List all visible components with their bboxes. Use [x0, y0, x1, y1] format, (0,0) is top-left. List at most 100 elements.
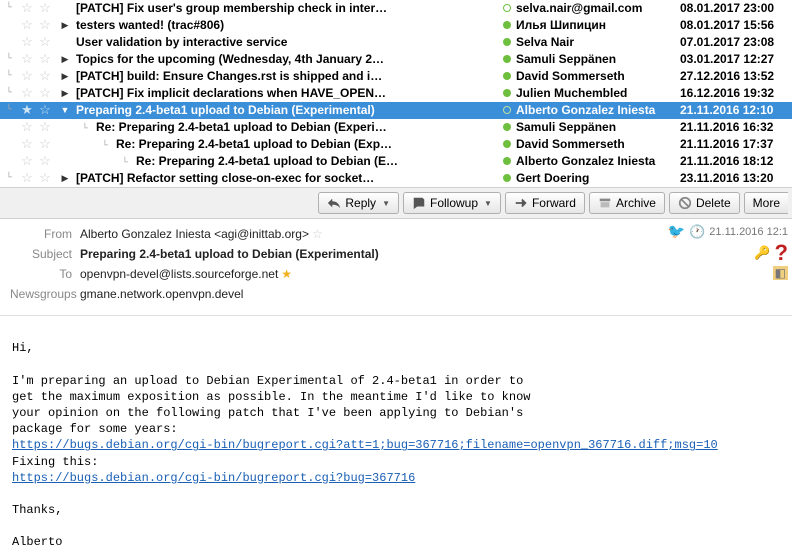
- star-icon[interactable]: ☆: [18, 119, 36, 135]
- to-label: To: [10, 267, 80, 281]
- flag-icon[interactable]: ☆: [36, 51, 54, 67]
- star-icon[interactable]: ☆: [18, 17, 36, 33]
- from-label: From: [10, 227, 80, 241]
- thread-subject: testers wanted! (trac#806): [76, 18, 498, 32]
- newsgroups-value: gmane.network.openvpn.devel: [80, 287, 243, 301]
- link-bugreport[interactable]: https://bugs.debian.org/cgi-bin/bugrepor…: [12, 471, 415, 485]
- thread-subject: Re: Preparing 2.4-beta1 upload to Debian…: [116, 137, 498, 151]
- delete-label: Delete: [696, 196, 731, 210]
- status-dot: [498, 157, 516, 165]
- expand-icon[interactable]: ▶: [54, 71, 76, 82]
- message-body: Hi, I'm preparing an upload to Debian Ex…: [0, 315, 792, 559]
- forward-button[interactable]: Forward: [505, 192, 585, 214]
- thread-subject: [PATCH] Fix implicit declarations when H…: [76, 86, 498, 100]
- header-date: 21.11.2016 12:1: [709, 226, 788, 238]
- flag-icon[interactable]: ☆: [36, 102, 54, 118]
- to-value: openvpn-devel@lists.sourceforge.net★: [80, 267, 292, 281]
- star-icon[interactable]: ☆: [18, 34, 36, 50]
- thunderbird-icon: 🐦: [668, 223, 685, 240]
- thread-row[interactable]: └★☆▼Preparing 2.4-beta1 upload to Debian…: [0, 102, 792, 119]
- subject-value: Preparing 2.4-beta1 upload to Debian (Ex…: [80, 247, 379, 261]
- thread-subject: Preparing 2.4-beta1 upload to Debian (Ex…: [76, 103, 498, 117]
- thread-from: Samuli Seppänen: [516, 52, 680, 66]
- clock-icon: 🕐: [689, 224, 705, 240]
- thread-subject: Re: Preparing 2.4-beta1 upload to Debian…: [96, 120, 498, 134]
- thread-date: 21.11.2016 12:10: [680, 103, 792, 117]
- star-icon[interactable]: ☆: [312, 227, 323, 241]
- thread-list: └☆☆[PATCH] Fix user's group membership c…: [0, 0, 792, 187]
- followup-icon: [412, 196, 426, 210]
- status-dot: [498, 55, 516, 63]
- flag-icon[interactable]: ☆: [36, 119, 54, 135]
- expand-icon[interactable]: ▶: [54, 54, 76, 65]
- thread-row[interactable]: └☆☆▶[PATCH] Refactor setting close-on-ex…: [0, 170, 792, 187]
- delete-button[interactable]: Delete: [669, 192, 740, 214]
- thread-row[interactable]: └☆☆[PATCH] Fix user's group membership c…: [0, 0, 792, 17]
- tree-indicator: └: [0, 105, 18, 116]
- thread-subject: Re: Preparing 2.4-beta1 upload to Debian…: [136, 154, 498, 168]
- star-icon[interactable]: ☆: [18, 170, 36, 186]
- message-toolbar: Reply ▼ Followup ▼ Forward Archive Delet…: [0, 187, 792, 219]
- flag-icon[interactable]: ☆: [36, 0, 54, 16]
- forward-icon: [514, 196, 528, 210]
- expand-icon[interactable]: ▶: [54, 20, 76, 31]
- newsgroups-label: Newsgroups: [10, 287, 80, 301]
- thread-from: Gert Doering: [516, 171, 680, 185]
- thread-row[interactable]: └☆☆▶[PATCH] build: Ensure Changes.rst is…: [0, 68, 792, 85]
- status-dot: [498, 106, 516, 114]
- thread-from: Selva Nair: [516, 35, 680, 49]
- thread-subject: [PATCH] Refactor setting close-on-exec f…: [76, 171, 498, 185]
- flag-icon[interactable]: ☆: [36, 34, 54, 50]
- thread-row[interactable]: ☆☆└Re: Preparing 2.4-beta1 upload to Deb…: [0, 136, 792, 153]
- status-dot: [498, 72, 516, 80]
- expand-icon[interactable]: ▶: [54, 88, 76, 99]
- expand-icon[interactable]: ▶: [54, 173, 76, 184]
- thread-subject: [PATCH] Fix user's group membership chec…: [76, 1, 498, 15]
- flag-icon[interactable]: ☆: [36, 136, 54, 152]
- archive-button[interactable]: Archive: [589, 192, 665, 214]
- thread-date: 03.01.2017 12:27: [680, 52, 792, 66]
- thread-from: David Sommerseth: [516, 137, 680, 151]
- reply-icon: [327, 196, 341, 210]
- star-icon[interactable]: ☆: [18, 136, 36, 152]
- thread-row[interactable]: └☆☆▶[PATCH] Fix implicit declarations wh…: [0, 85, 792, 102]
- thread-row[interactable]: ☆☆└Re: Preparing 2.4-beta1 upload to Deb…: [0, 119, 792, 136]
- star-icon[interactable]: ☆: [18, 85, 36, 101]
- dropdown-icon: ▼: [484, 199, 492, 208]
- thread-date: 08.01.2017 23:00: [680, 1, 792, 15]
- delete-icon: [678, 196, 692, 210]
- thread-row[interactable]: ☆☆▶testers wanted! (trac#806)Илья Шипици…: [0, 17, 792, 34]
- star-icon[interactable]: ★: [18, 102, 36, 118]
- star-icon[interactable]: ☆: [18, 0, 36, 16]
- thread-subject: Topics for the upcoming (Wednesday, 4th …: [76, 52, 498, 66]
- more-button[interactable]: More: [744, 192, 788, 214]
- status-dot: [498, 89, 516, 97]
- key-icon: 🔑: [754, 245, 770, 261]
- reply-button[interactable]: Reply ▼: [318, 192, 399, 214]
- flag-icon[interactable]: ☆: [36, 17, 54, 33]
- star-icon[interactable]: ★: [281, 267, 292, 281]
- status-dot: [498, 4, 516, 12]
- thread-from: Alberto Gonzalez Iniesta: [516, 154, 680, 168]
- thread-subject: User validation by interactive service: [76, 35, 498, 49]
- thread-date: 21.11.2016 18:12: [680, 154, 792, 168]
- dropdown-icon: ▼: [382, 199, 390, 208]
- link-bugreport-diff[interactable]: https://bugs.debian.org/cgi-bin/bugrepor…: [12, 438, 718, 452]
- star-icon[interactable]: ☆: [18, 51, 36, 67]
- thread-row[interactable]: ☆☆└Re: Preparing 2.4-beta1 upload to Deb…: [0, 153, 792, 170]
- followup-label: Followup: [430, 196, 478, 210]
- star-icon[interactable]: ☆: [18, 153, 36, 169]
- thread-row[interactable]: ☆☆ User validation by interactive service…: [0, 34, 792, 51]
- tree-indicator: └: [0, 173, 18, 184]
- question-icon: ?: [775, 240, 788, 266]
- status-dot: [498, 140, 516, 148]
- followup-button[interactable]: Followup ▼: [403, 192, 501, 214]
- star-icon[interactable]: ☆: [18, 68, 36, 84]
- thread-subject: [PATCH] build: Ensure Changes.rst is shi…: [76, 69, 498, 83]
- flag-icon[interactable]: ☆: [36, 85, 54, 101]
- flag-icon[interactable]: ☆: [36, 170, 54, 186]
- expand-icon[interactable]: ▼: [54, 105, 76, 115]
- thread-row[interactable]: └☆☆▶Topics for the upcoming (Wednesday, …: [0, 51, 792, 68]
- flag-icon[interactable]: ☆: [36, 153, 54, 169]
- flag-icon[interactable]: ☆: [36, 68, 54, 84]
